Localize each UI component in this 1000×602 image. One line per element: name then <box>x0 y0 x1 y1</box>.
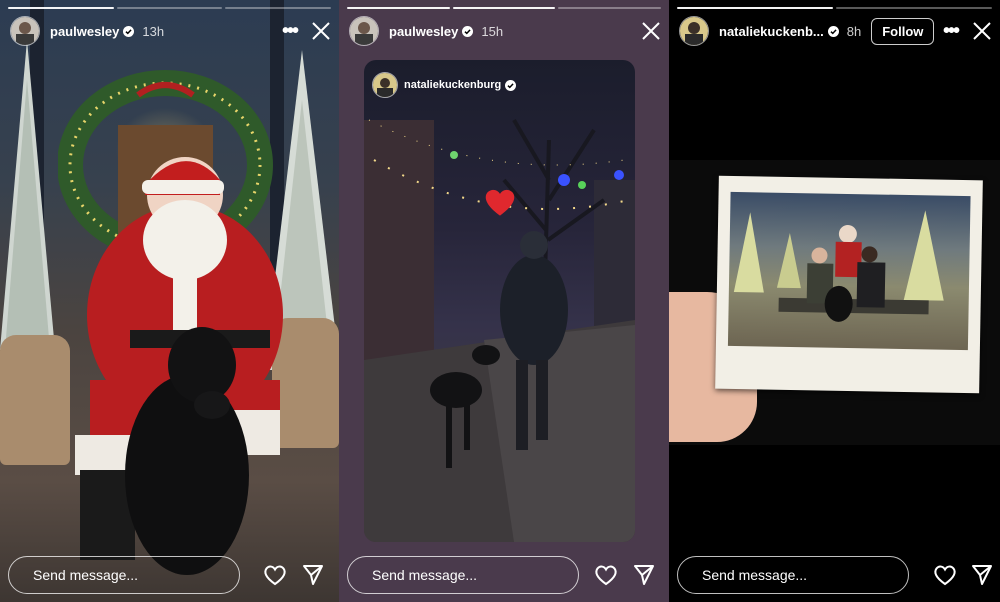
heart-icon[interactable] <box>594 564 618 586</box>
progress-segment <box>452 7 556 9</box>
santa-dog-photo <box>0 0 339 602</box>
avatar[interactable] <box>349 16 379 46</box>
story-header: paulwesley 13h ••• <box>10 16 331 46</box>
black-dog-figure <box>125 327 249 575</box>
street-scene-image <box>364 118 635 542</box>
story-progress <box>8 7 332 9</box>
story-panel-1[interactable]: paulwesley 13h ••• Send message... <box>0 0 339 602</box>
username[interactable]: paulwesley <box>50 24 119 39</box>
verified-badge-icon <box>462 25 474 37</box>
chair <box>0 335 70 465</box>
send-message-input[interactable]: Send message... <box>677 556 909 594</box>
close-icon[interactable] <box>311 21 331 41</box>
post-time: 15h <box>481 23 504 39</box>
send-icon[interactable] <box>971 564 993 586</box>
progress-segment <box>116 7 223 9</box>
post-time: 8h <box>846 23 862 39</box>
username[interactable]: nataliekuckenb... <box>719 24 824 39</box>
christmas-tree-image <box>0 40 55 350</box>
close-icon[interactable] <box>641 21 661 41</box>
send-message-input[interactable]: Send message... <box>347 556 579 594</box>
follow-button[interactable]: Follow <box>871 17 935 45</box>
story-progress <box>677 7 992 9</box>
post-time: 13h <box>142 23 165 39</box>
polaroid-image <box>727 191 971 351</box>
verified-badge-icon <box>505 79 517 91</box>
send-icon[interactable] <box>633 564 655 586</box>
more-icon[interactable]: ••• <box>282 21 299 41</box>
avatar[interactable] <box>10 16 40 46</box>
heart-icon[interactable] <box>933 564 957 586</box>
progress-segment <box>836 7 992 9</box>
story-progress <box>347 7 662 9</box>
heart-emoji-sticker <box>485 189 515 216</box>
polaroid-scene <box>733 210 944 322</box>
story-panel-2[interactable]: paulwesley 15h nataliekuckenburg Send me… <box>339 0 669 602</box>
verified-badge-icon <box>123 25 135 37</box>
reshared-story-photo[interactable]: nataliekuckenburg <box>364 60 635 542</box>
avatar[interactable] <box>372 72 398 98</box>
reshared-from[interactable]: nataliekuckenburg <box>372 72 517 98</box>
heart-icon[interactable] <box>263 564 287 586</box>
close-icon[interactable] <box>972 21 992 41</box>
progress-segment <box>347 7 450 9</box>
username[interactable]: paulwesley <box>389 24 458 39</box>
send-message-input[interactable]: Send message... <box>8 556 240 594</box>
reshared-username[interactable]: nataliekuckenburg <box>404 79 501 91</box>
progress-segment <box>8 7 114 9</box>
progress-segment <box>225 7 332 9</box>
progress-segment <box>558 7 662 9</box>
progress-segment <box>677 7 833 9</box>
more-icon[interactable]: ••• <box>943 21 960 41</box>
verified-badge-icon <box>827 25 839 37</box>
avatar[interactable] <box>679 16 709 46</box>
story-header: paulwesley 15h <box>349 16 661 46</box>
send-icon[interactable] <box>302 564 324 586</box>
story-header: nataliekuckenb... 8h Follow ••• <box>679 16 992 46</box>
polaroid-photo <box>715 175 983 394</box>
